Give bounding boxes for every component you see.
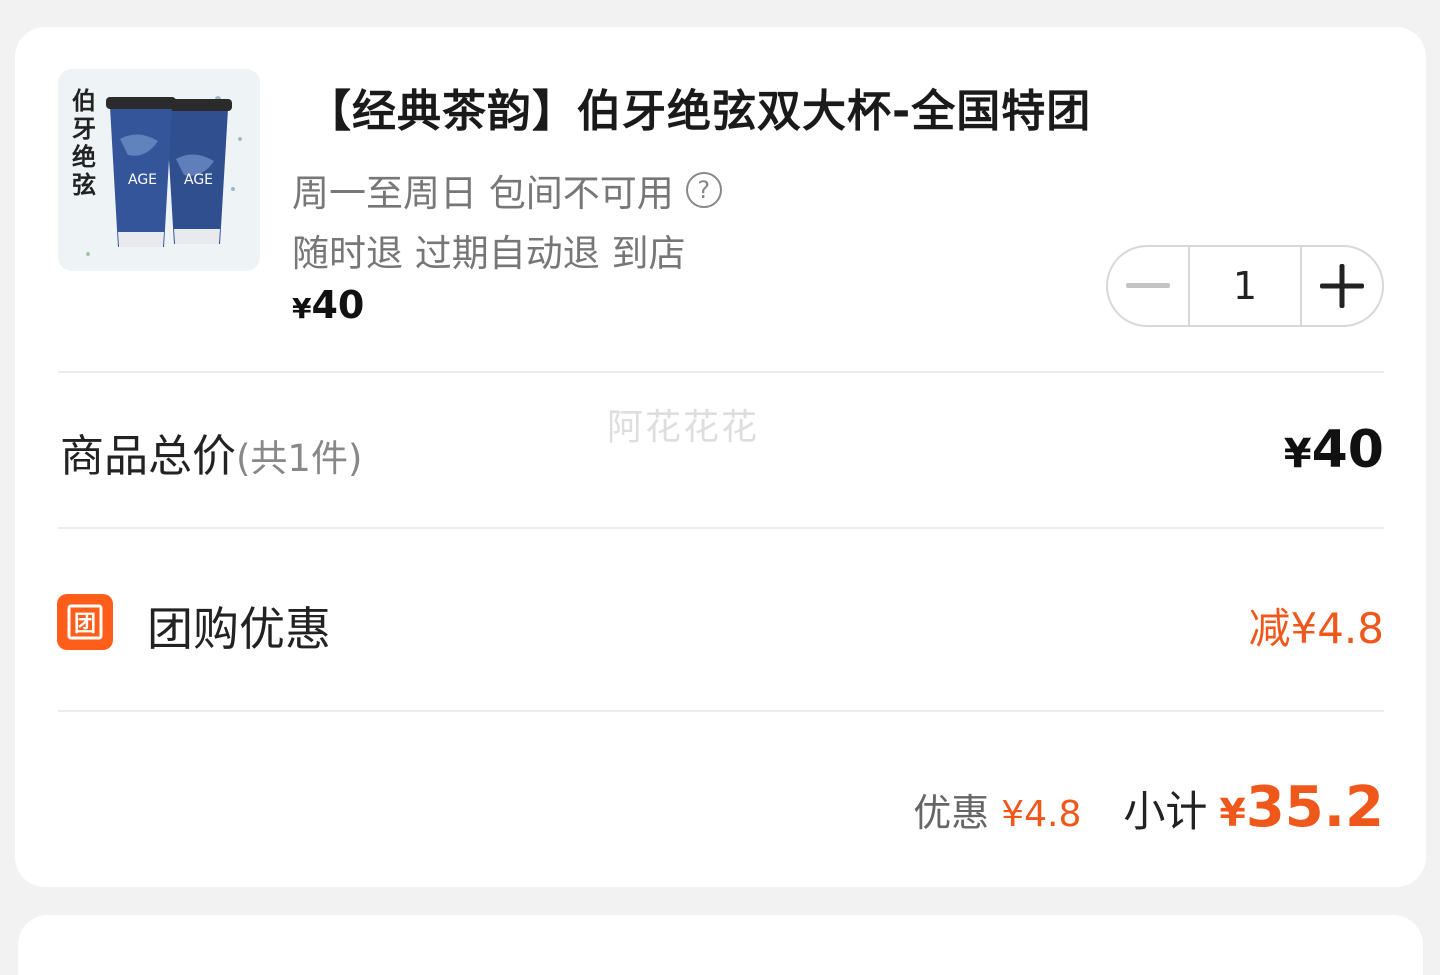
quantity-value[interactable]: 1 (1190, 247, 1300, 325)
group-buy-label: 团购优惠 (147, 602, 331, 656)
minus-icon (1126, 283, 1170, 288)
subtotal-label: 小计 (1123, 787, 1208, 836)
divider (58, 371, 1384, 373)
divider (58, 527, 1384, 529)
total-currency: ¥ (1283, 431, 1312, 477)
svg-text:AGE: AGE (184, 172, 213, 188)
discount-value: ¥4.8 (1001, 794, 1082, 835)
availability-row: 周一至周日 包间不可用 ? (292, 163, 722, 217)
watermark: 阿花花花 (607, 407, 760, 448)
help-icon[interactable]: ? (685, 172, 722, 208)
availability-text: 周一至周日 包间不可用 (292, 172, 674, 215)
group-buy-icon: 团 (57, 594, 113, 650)
plus-icon (1320, 264, 1364, 308)
subtotal-currency: ¥ (1219, 791, 1246, 835)
product-image[interactable]: AGE AGE 伯 牙 绝 弦 (58, 69, 260, 271)
total-price: ¥40 (1284, 420, 1384, 480)
unit-price: ¥40 (292, 283, 364, 327)
item-count: (共1件) (236, 437, 363, 480)
divider (58, 710, 1384, 712)
refund-policy: 随时退 过期自动退 到店 (292, 232, 686, 275)
total-label-text: 商品总价 (60, 431, 236, 482)
svg-text:绝: 绝 (72, 142, 96, 171)
decrease-button[interactable] (1108, 247, 1190, 325)
svg-text:弦: 弦 (72, 170, 96, 199)
price-value: 40 (311, 283, 365, 327)
product-title[interactable]: 【经典茶韵】伯牙绝弦双大杯-全国特团 (307, 75, 1091, 139)
svg-text:团: 团 (74, 612, 96, 637)
order-card: AGE AGE 伯 牙 绝 弦 【经典茶韵】伯牙绝弦双大杯-全国特团 周一至周日… (15, 27, 1426, 887)
total-label: 商品总价(共1件) (60, 420, 362, 484)
svg-text:牙: 牙 (72, 114, 96, 143)
increase-button[interactable] (1300, 247, 1382, 325)
svg-text:AGE: AGE (128, 172, 157, 188)
group-buy-discount[interactable]: 减¥4.8 (1248, 595, 1384, 656)
group-buy-glyph: 团 (67, 604, 103, 640)
price-currency: ¥ (292, 292, 312, 325)
tea-cups-icon: AGE AGE 伯 牙 绝 弦 (58, 69, 260, 271)
subtotal-value: 35.2 (1245, 775, 1384, 840)
discount-label: 优惠 (913, 791, 990, 835)
svg-text:伯: 伯 (72, 86, 96, 115)
total-price-value: 40 (1311, 420, 1384, 480)
next-card (18, 915, 1423, 975)
summary-footer: 优惠 ¥4.8 小计 ¥35.2 (913, 775, 1384, 840)
quantity-stepper: 1 (1106, 245, 1384, 327)
